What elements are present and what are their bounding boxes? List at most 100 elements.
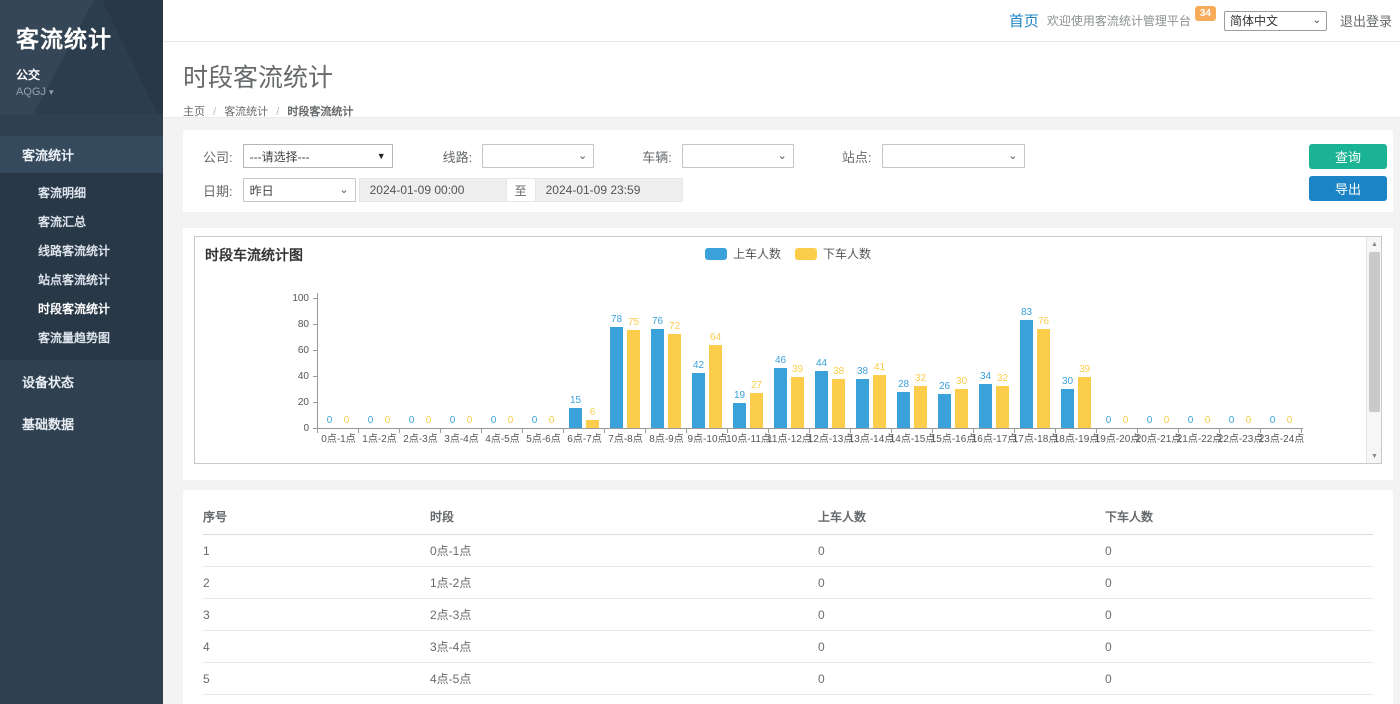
x-tick-label: 5点-6点	[526, 430, 560, 445]
filter-panel: 公司: ---请选择--- ▼ 线路: ⌄ 车辆: ⌄ 站点:	[183, 130, 1393, 212]
bar-group: 463911点-12点	[769, 292, 810, 428]
x-tick-label: 19点-20点	[1095, 430, 1141, 445]
sidebar-subitem[interactable]: 客流汇总	[0, 207, 163, 236]
x-tick-label: 9点-10点	[687, 430, 727, 445]
y-tick	[313, 376, 317, 377]
y-tick-label: 100	[205, 293, 309, 304]
bar-alighting	[996, 386, 1009, 428]
sidebar-subitem[interactable]: 客流明细	[0, 178, 163, 207]
vehicle-label: 车辆:	[642, 147, 672, 166]
chevron-down-icon: ⌄	[339, 186, 348, 194]
sidebar-submenu: 客流明细客流汇总线路客流统计站点客流统计时段客流统计客流量趋势图	[0, 173, 163, 360]
notification-badge[interactable]: 34	[1195, 6, 1216, 21]
query-button[interactable]: 查询	[1309, 144, 1387, 169]
col-header-alighting: 下车人数	[1105, 500, 1373, 535]
scrollbar-down-icon[interactable]: ▼	[1367, 449, 1382, 463]
legend-item-boarding[interactable]: 上车人数	[705, 245, 781, 262]
chart-box: 时段车流统计图 上车人数 下车人数 020406080100000点-1点001…	[194, 236, 1382, 464]
x-tick	[317, 429, 318, 433]
x-tick-label: 11点-12点	[767, 430, 812, 445]
company-label: 公司:	[203, 147, 233, 166]
sidebar-item[interactable]: 设备状态	[0, 361, 163, 402]
vehicle-select[interactable]: ⌄	[682, 144, 794, 168]
chart-plot: 020406080100000点-1点001点-2点002点-3点003点-4点…	[205, 273, 1355, 455]
sidebar-subitem[interactable]: 时段客流统计	[0, 294, 163, 323]
scrollbar-thumb[interactable]	[1369, 252, 1380, 412]
x-tick-label: 21点-22点	[1177, 430, 1223, 445]
bar-group: 42649点-10点	[687, 292, 728, 428]
sidebar-subitem[interactable]: 线路客流统计	[0, 236, 163, 265]
scrollbar-up-icon[interactable]: ▲	[1367, 237, 1382, 251]
x-tick-label: 17点-18点	[1013, 430, 1059, 445]
x-tick	[604, 429, 605, 433]
breadcrumb-current: 时段客流统计	[287, 106, 353, 118]
date-from-input[interactable]	[359, 178, 507, 202]
table-cell: 5点-6点	[430, 695, 818, 704]
x-tick-label: 12点-13点	[808, 430, 854, 445]
table-row: 43点-4点00	[203, 631, 1373, 663]
legend-item-alighting[interactable]: 下车人数	[795, 245, 871, 262]
station-label: 站点:	[842, 147, 872, 166]
x-tick-label: 3点-4点	[444, 430, 478, 445]
legend-swatch-alighting	[795, 248, 817, 260]
bar-group: 443812点-13点	[810, 292, 851, 428]
bar-boarding	[1061, 389, 1074, 428]
logout-link[interactable]: 退出登录	[1340, 11, 1392, 30]
breadcrumb-section[interactable]: 客流统计	[224, 106, 268, 118]
bar-alighting	[873, 375, 886, 428]
bar-value-label: 76	[1029, 316, 1059, 327]
chart-scrollbar: ▲ ▼	[1366, 237, 1381, 463]
bar-value-label: 6	[578, 407, 608, 418]
x-tick-label: 10点-11点	[726, 430, 771, 445]
sidebar-item[interactable]: 基础数据	[0, 403, 163, 444]
y-tick-label: 60	[205, 345, 309, 356]
sidebar-subitem[interactable]: 站点客流统计	[0, 265, 163, 294]
table-cell: 4	[203, 631, 430, 663]
bar-alighting	[627, 330, 640, 428]
line-select[interactable]: ⌄	[482, 144, 594, 168]
y-tick-label: 0	[205, 423, 309, 434]
table-cell: 4点-5点	[430, 663, 818, 695]
y-tick-label: 20	[205, 397, 309, 408]
bar-boarding	[774, 368, 787, 428]
org-code-label: AQGJ	[16, 86, 46, 98]
bar-group: 0019点-20点	[1097, 292, 1138, 428]
chevron-down-icon: ⌄	[578, 152, 587, 160]
bar-group: 76728点-9点	[646, 292, 687, 428]
bar-group: 003点-4点	[441, 292, 482, 428]
sidebar-subitem[interactable]: 客流量趋势图	[0, 323, 163, 352]
y-tick	[313, 298, 317, 299]
table-cell: 0	[1105, 567, 1373, 599]
language-select[interactable]: 简体中文 ⌄	[1224, 11, 1327, 31]
table-cell: 3	[203, 599, 430, 631]
org-code-dropdown[interactable]: AQGJ▾	[16, 86, 147, 98]
home-link[interactable]: 首页	[1009, 10, 1039, 31]
bar-boarding	[815, 371, 828, 428]
chevron-down-icon: ⌄	[778, 152, 787, 160]
chevron-down-icon: ⌄	[1313, 15, 1321, 26]
bar-alighting	[1037, 329, 1050, 428]
breadcrumb-separator: /	[213, 106, 216, 118]
y-tick	[313, 324, 317, 325]
table-panel: 序号 时段 上车人数 下车人数 10点-1点0021点-2点0032点-3点00…	[183, 490, 1393, 704]
x-tick-label: 15点-16点	[931, 430, 977, 445]
breadcrumb-home[interactable]: 主页	[183, 106, 205, 118]
bar-group: 1566点-7点	[564, 292, 605, 428]
table-cell: 0	[1105, 663, 1373, 695]
station-select[interactable]: ⌄	[882, 144, 1025, 168]
table-cell: 0	[818, 695, 1105, 704]
x-tick	[440, 429, 441, 433]
sidebar-section-passenger-stats[interactable]: 客流统计	[0, 136, 163, 173]
bar-group: 343216点-17点	[974, 292, 1015, 428]
page-header: 时段客流统计 主页 / 客流统计 / 时段客流统计	[163, 42, 1400, 118]
export-button[interactable]: 导出	[1309, 176, 1387, 201]
table-cell: 0	[1105, 695, 1373, 704]
company-select-value: ---请选择---	[250, 148, 310, 165]
date-preset-select[interactable]: 昨日 ⌄	[243, 178, 356, 202]
legend-label-alighting: 下车人数	[823, 245, 871, 262]
date-to-input[interactable]	[535, 178, 683, 202]
x-tick-label: 2点-3点	[403, 430, 437, 445]
company-select[interactable]: ---请选择--- ▼	[243, 144, 393, 168]
bar-value-label: 64	[701, 332, 731, 343]
table-cell: 1	[203, 535, 430, 567]
